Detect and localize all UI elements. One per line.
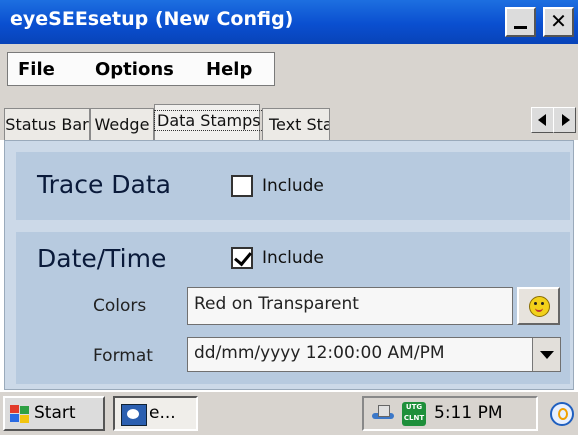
colors-label: Colors (93, 296, 147, 316)
tab-status-bar-label: Status Bar (5, 115, 89, 134)
network-icon[interactable] (372, 405, 396, 423)
window-title: eyeSEEsetup (New Config) (10, 8, 294, 30)
trace-data-include-checkbox[interactable] (231, 175, 253, 197)
smiley-icon (529, 296, 550, 317)
colors-field[interactable]: Red on Transparent (187, 287, 513, 325)
clock[interactable]: 5:11 PM (434, 403, 503, 423)
tab-wedge[interactable]: Wedge (90, 108, 154, 142)
menu-file[interactable]: File (18, 59, 55, 80)
colors-value: Red on Transparent (194, 294, 359, 314)
close-button[interactable]: ✕ (543, 7, 574, 37)
format-value: dd/mm/yyyy 12:00:00 AM/PM (194, 343, 445, 363)
format-dropdown-button[interactable] (532, 338, 560, 371)
date-time-include-checkbox[interactable] (231, 247, 253, 269)
tab-wedge-label: Wedge (94, 115, 150, 134)
tab-data-stamps-label: Data Stamps (154, 110, 264, 131)
arrow-right-icon (562, 114, 570, 126)
desktop-icon (550, 402, 574, 426)
checkmark-icon (234, 247, 252, 267)
tab-text-stamp[interactable]: Text Stamp (262, 108, 330, 142)
tab-status-bar[interactable]: Status Bar (4, 108, 90, 142)
windows-flag-icon (10, 405, 30, 423)
start-label: Start (34, 403, 76, 423)
choose-colors-button[interactable] (517, 287, 560, 325)
date-time-title: Date/Time (37, 244, 167, 273)
tab-text-stamp-label: Text Stamp (269, 115, 329, 134)
format-select[interactable]: dd/mm/yyyy 12:00:00 AM/PM (187, 337, 561, 372)
system-tray: UTG CLNT 5:11 PM (362, 396, 538, 431)
menu-options[interactable]: Options (95, 59, 174, 80)
tab-data-stamps[interactable]: Data Stamps (154, 104, 264, 142)
menu-help[interactable]: Help (206, 59, 252, 80)
taskbar-app-button[interactable]: e... (113, 396, 198, 431)
date-time-include-label: Include (262, 248, 324, 268)
eye-app-icon (121, 404, 147, 426)
chevron-down-icon (540, 351, 554, 359)
desktop-button[interactable] (546, 396, 576, 431)
arrow-left-icon (538, 114, 546, 126)
start-button[interactable]: Start (3, 396, 105, 431)
minimize-icon (514, 26, 527, 29)
trace-data-include-label: Include (262, 176, 324, 196)
trace-data-title: Trace Data (37, 170, 171, 199)
close-icon: ✕ (550, 9, 567, 33)
utg-client-icon[interactable]: UTG CLNT (402, 402, 426, 426)
taskbar-app-label: e... (149, 403, 176, 423)
tab-scroll-left-button[interactable] (531, 107, 554, 133)
minimize-button[interactable] (505, 7, 536, 37)
tab-scroll-right-button[interactable] (553, 107, 576, 133)
format-label: Format (93, 346, 153, 366)
